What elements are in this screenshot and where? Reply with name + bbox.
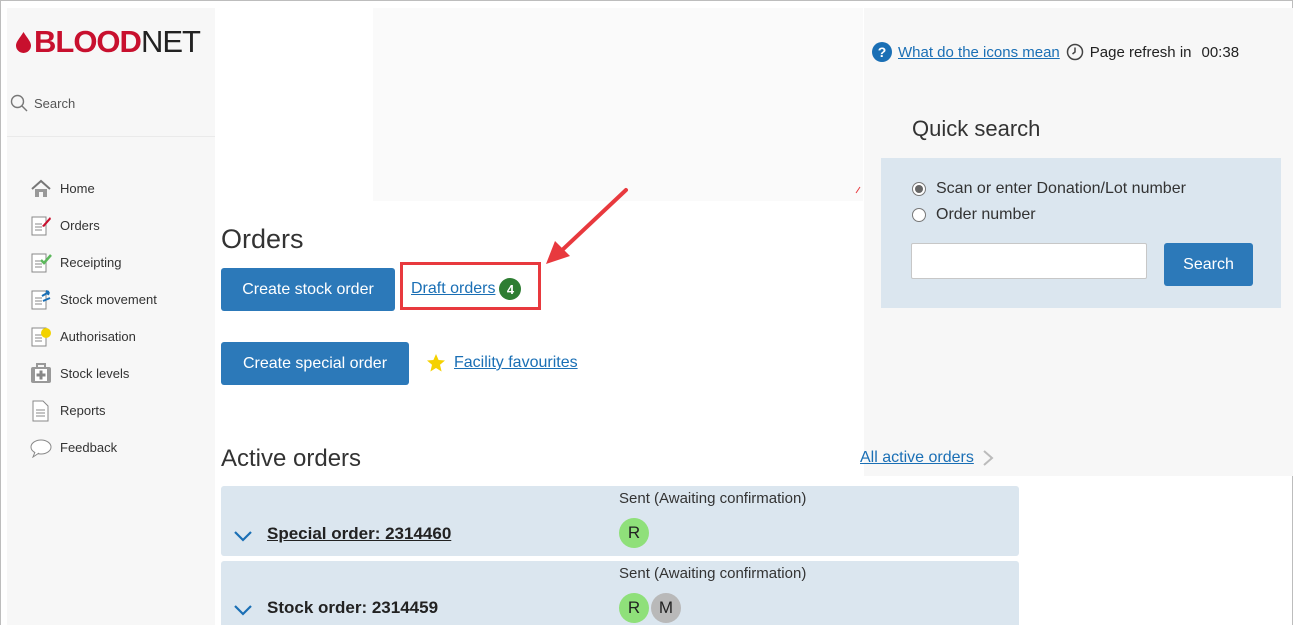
refresh-label: Page refresh in xyxy=(1089,43,1192,61)
home-icon xyxy=(30,177,52,201)
avatar: R xyxy=(619,518,649,548)
radio-donation-lot[interactable]: Scan or enter Donation/Lot number xyxy=(912,180,1186,198)
avatar: R xyxy=(619,593,649,623)
chevron-down-icon[interactable] xyxy=(233,529,253,543)
sidebar-item-reports[interactable]: Reports xyxy=(30,392,157,429)
quick-search-button[interactable]: Search xyxy=(1164,243,1253,286)
radio-selected[interactable] xyxy=(912,182,926,196)
sidebar-item-label: Feedback xyxy=(60,440,118,455)
clock-icon xyxy=(1066,43,1084,61)
facility-favourites-label: Facility favourites xyxy=(454,354,578,371)
sidebar-search[interactable]: Search xyxy=(10,94,75,112)
refresh-time: 00:38 xyxy=(1201,43,1240,61)
annotation-highlight-box xyxy=(400,262,541,310)
sidebar-item-label: Stock movement xyxy=(60,292,157,307)
red-tick-mark xyxy=(855,186,861,194)
all-active-orders-link[interactable]: All active orders xyxy=(860,449,994,467)
order-status: Sent (Awaiting confirmation) xyxy=(619,565,807,582)
quick-search-title: Quick search xyxy=(912,116,1041,141)
sidebar-item-label: Stock levels xyxy=(60,366,130,381)
sidebar-search-label: Search xyxy=(34,95,76,111)
bloodnet-logo[interactable]: BLOOD NET xyxy=(15,24,201,59)
sidebar-item-receipting[interactable]: Receipting xyxy=(30,244,157,281)
radio-label: Scan or enter Donation/Lot number xyxy=(936,180,1186,197)
create-special-order-button[interactable]: Create special order xyxy=(221,342,409,385)
order-row-stock[interactable]: Sent (Awaiting confirmation) Stock order… xyxy=(221,561,1019,625)
sidebar-item-label: Authorisation xyxy=(60,329,136,344)
feedback-icon xyxy=(30,436,52,460)
sidebar-item-label: Home xyxy=(60,181,95,196)
sidebar-item-stock-movement[interactable]: Stock movement xyxy=(30,281,157,318)
avatar: M xyxy=(651,593,681,623)
sidebar-item-authorisation[interactable]: Authorisation xyxy=(30,318,157,355)
sidebar-item-stock-levels[interactable]: Stock levels xyxy=(30,355,157,392)
page-title: Orders xyxy=(221,224,304,254)
question-icon: ? xyxy=(872,42,892,62)
logo-text-light: NET xyxy=(140,24,201,59)
header-help-bar: ? What do the icons mean Page refresh in… xyxy=(872,42,1239,62)
quick-search-input[interactable] xyxy=(911,243,1147,279)
annotation-arrow xyxy=(546,188,628,264)
sidebar-item-home[interactable]: Home xyxy=(30,170,157,207)
sidebar-item-label: Reports xyxy=(60,403,106,418)
create-stock-order-button[interactable]: Create stock order xyxy=(221,268,395,311)
receipting-icon xyxy=(30,251,52,275)
order-row-special[interactable]: Sent (Awaiting confirmation) Special ord… xyxy=(221,486,1019,556)
top-blank-area xyxy=(373,8,863,201)
radio-order-number[interactable]: Order number xyxy=(912,206,1036,224)
chevron-right-icon xyxy=(983,450,994,466)
sidebar-divider xyxy=(7,136,215,137)
order-title[interactable]: Stock order: 2314459 xyxy=(267,598,438,618)
sidebar: BLOOD NET Search Home Orders Receipting S… xyxy=(7,8,215,625)
sidebar-nav: Home Orders Receipting Stock movement Au… xyxy=(30,170,157,466)
order-avatars: R xyxy=(619,518,649,548)
sidebar-item-feedback[interactable]: Feedback xyxy=(30,429,157,466)
icons-help-link[interactable]: What do the icons mean xyxy=(898,44,1060,61)
orders-icon xyxy=(30,214,52,238)
search-icon xyxy=(10,94,28,112)
authorisation-icon xyxy=(30,325,52,349)
order-avatars: R M xyxy=(619,593,681,623)
stock-levels-icon xyxy=(30,362,52,386)
logo-text-bold: BLOOD xyxy=(34,24,142,59)
active-orders-title: Active orders xyxy=(221,445,362,472)
facility-favourites-link[interactable]: Facility favourites xyxy=(426,353,578,373)
radio-label: Order number xyxy=(936,206,1036,223)
radio-unselected[interactable] xyxy=(912,208,926,222)
chevron-down-icon[interactable] xyxy=(233,603,253,617)
sidebar-item-label: Receipting xyxy=(60,255,122,270)
sidebar-item-label: Orders xyxy=(60,218,100,233)
stock-movement-icon xyxy=(30,288,52,312)
all-active-orders-label: All active orders xyxy=(860,449,974,466)
order-status: Sent (Awaiting confirmation) xyxy=(619,490,807,507)
sidebar-item-orders[interactable]: Orders xyxy=(30,207,157,244)
order-title[interactable]: Special order: 2314460 xyxy=(267,524,451,544)
star-icon xyxy=(427,354,445,372)
reports-icon xyxy=(30,399,52,423)
blood-drop-icon xyxy=(16,31,31,53)
